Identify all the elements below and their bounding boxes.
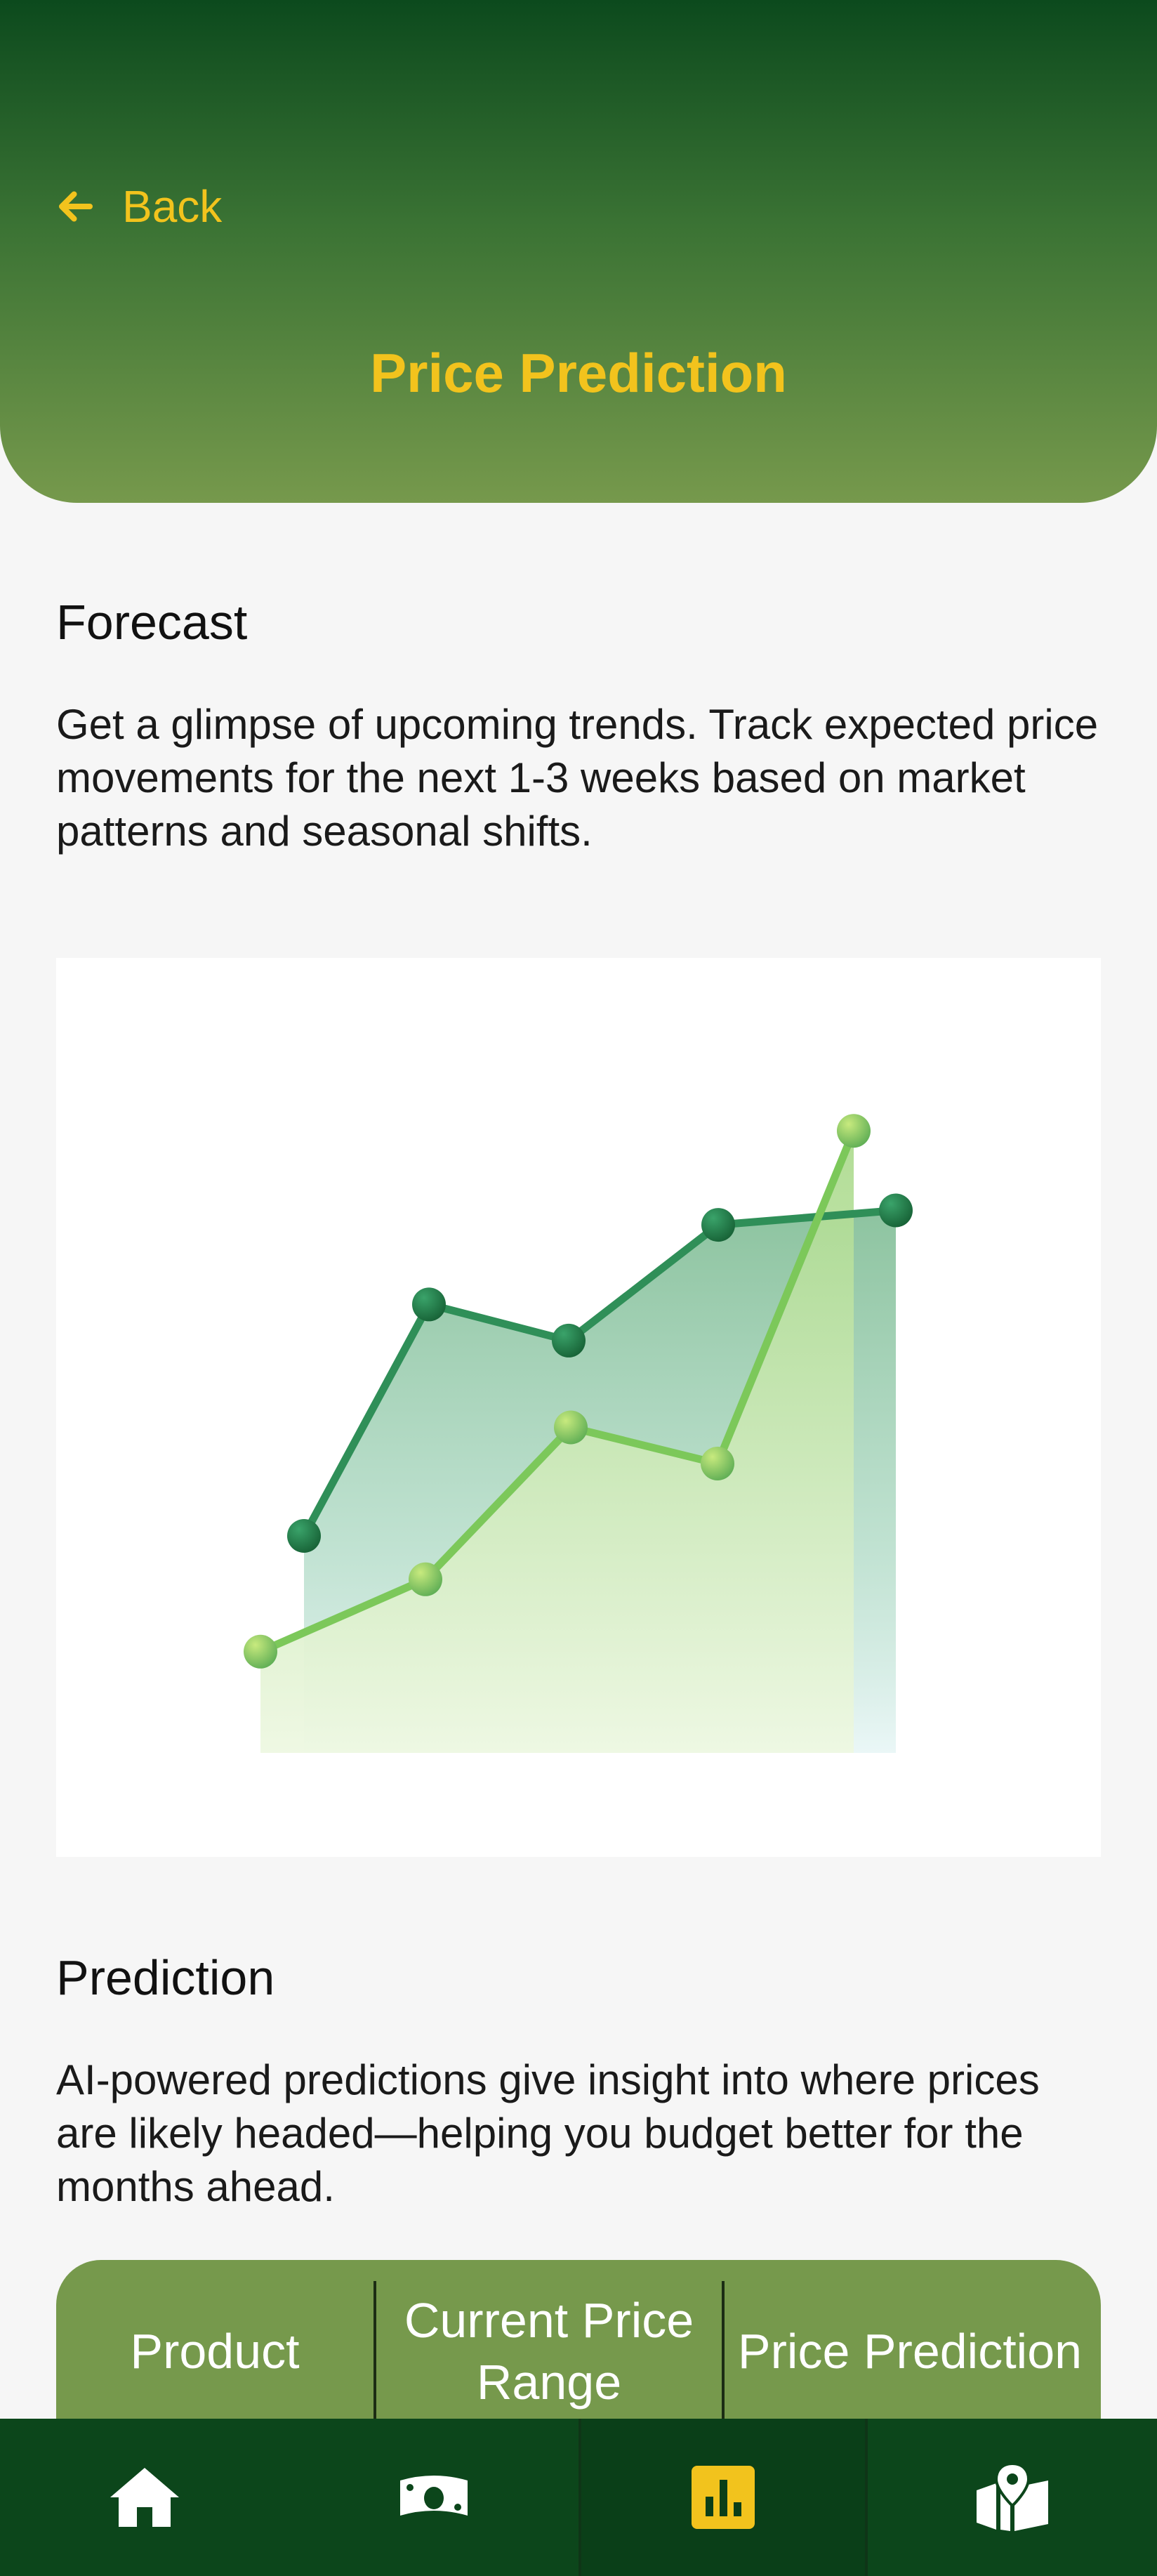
bar-chart-icon — [692, 2466, 755, 2529]
back-button[interactable]: Back — [55, 177, 222, 236]
series-dark-point — [701, 1208, 735, 1242]
series-light-point — [701, 1447, 734, 1480]
series-dark-point — [879, 1193, 913, 1228]
series-light-point — [837, 1114, 871, 1148]
series-dark-point — [287, 1519, 321, 1553]
nav-item-money[interactable] — [289, 2419, 578, 2576]
forecast-heading: Forecast — [56, 595, 248, 650]
home-icon — [106, 2464, 183, 2531]
column-header-price-prediction: Price Prediction — [737, 2324, 1083, 2379]
bottom-navigation — [0, 2419, 1157, 2576]
header: Back Price Prediction — [0, 0, 1157, 503]
forecast-chart — [56, 958, 1101, 1857]
forecast-chart-svg — [186, 1076, 972, 1756]
map-icon — [974, 2462, 1051, 2532]
nav-item-chart[interactable] — [578, 2419, 868, 2576]
nav-item-home[interactable] — [0, 2419, 289, 2576]
series-light-point — [409, 1562, 442, 1596]
forecast-description: Get a glimpse of upcoming trends. Track … — [56, 701, 1099, 855]
series-light-point — [244, 1634, 277, 1669]
nav-item-map[interactable] — [868, 2419, 1157, 2576]
page-title: Price Prediction — [370, 342, 787, 404]
prediction-description: AI-powered predictions give insight into… — [56, 2056, 1040, 2210]
back-label: Back — [122, 181, 223, 232]
arrow-left-icon — [55, 185, 97, 228]
money-icon — [397, 2472, 470, 2523]
prediction-table-header: Product Current Price Range Price Predic… — [56, 2260, 1101, 2443]
column-header-product: Product — [130, 2324, 300, 2379]
prediction-heading: Prediction — [56, 1950, 275, 2005]
series-light-point — [554, 1410, 588, 1445]
column-header-current-price-range: Current Price Range — [373, 2281, 725, 2421]
series-dark-point — [412, 1287, 446, 1322]
series-dark-point — [552, 1323, 586, 1358]
